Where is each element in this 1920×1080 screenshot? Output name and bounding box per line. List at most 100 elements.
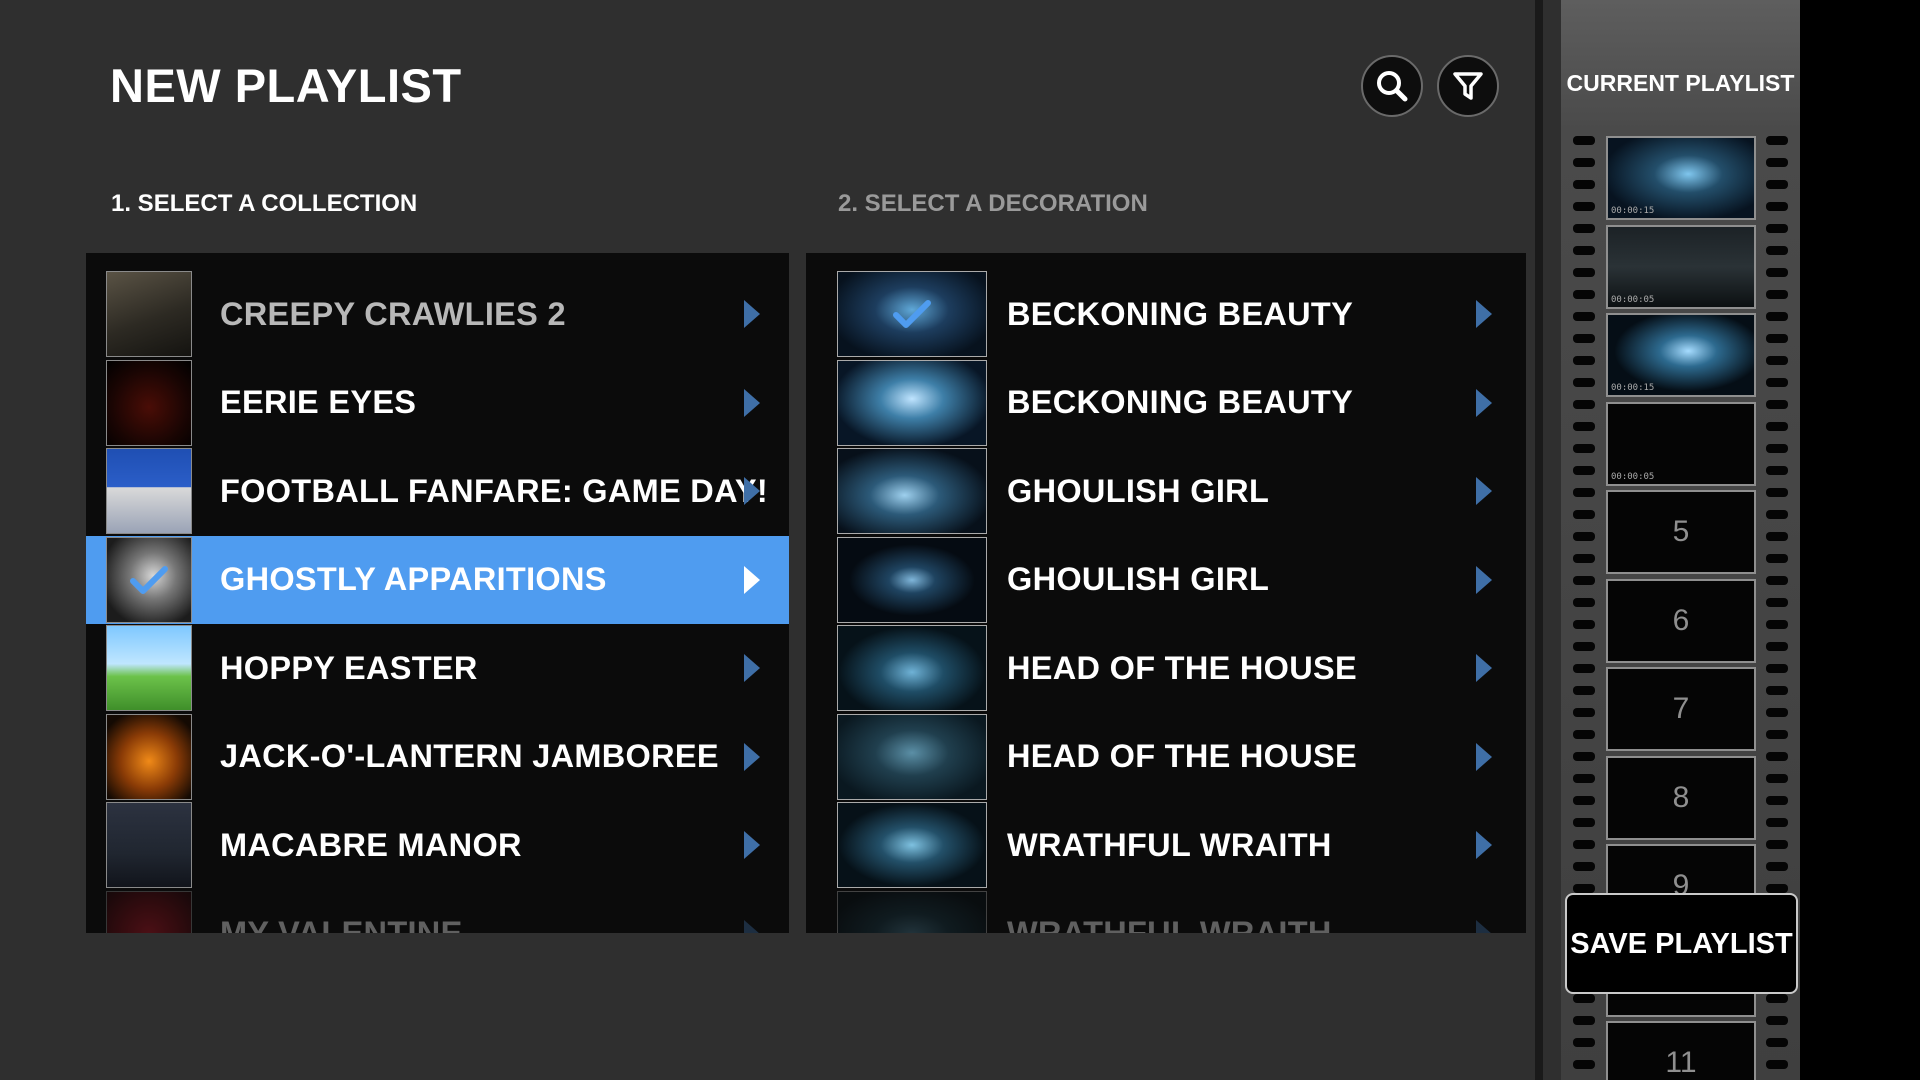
collection-item[interactable]: MACABRE MANOR bbox=[86, 801, 789, 890]
decoration-label: GHOULISH GIRL bbox=[1007, 472, 1270, 509]
film-perforation bbox=[1766, 818, 1788, 827]
chevron-right-icon bbox=[1476, 388, 1492, 417]
collection-item[interactable]: CREEPY CRAWLIES 2 bbox=[86, 270, 789, 359]
playlist-slot[interactable]: 00:00:15 bbox=[1606, 136, 1756, 220]
chevron-right-icon bbox=[744, 742, 760, 771]
chevron-right-icon bbox=[744, 565, 760, 594]
film-perforation bbox=[1573, 1060, 1595, 1069]
collection-item[interactable]: HOPPY EASTER bbox=[86, 624, 789, 713]
decoration-item[interactable]: HEAD OF THE HOUSE bbox=[806, 624, 1526, 713]
collection-item[interactable]: MY VALENTINE bbox=[86, 890, 789, 933]
decoration-item[interactable]: WRATHFUL WRAITH bbox=[806, 890, 1526, 933]
film-perforation bbox=[1766, 356, 1788, 365]
collection-thumbnail bbox=[106, 625, 192, 712]
film-perforation bbox=[1766, 862, 1788, 871]
save-playlist-button[interactable]: SAVE PLAYLIST bbox=[1565, 893, 1798, 994]
search-button[interactable] bbox=[1361, 55, 1423, 117]
decoration-label: GHOULISH GIRL bbox=[1007, 561, 1270, 598]
playlist-slot[interactable]: 6 bbox=[1606, 578, 1756, 663]
film-perforation bbox=[1766, 290, 1788, 299]
film-perforation bbox=[1573, 840, 1595, 849]
decoration-thumbnail bbox=[837, 713, 987, 800]
decoration-label: HEAD OF THE HOUSE bbox=[1007, 738, 1357, 775]
film-perforation bbox=[1766, 444, 1788, 453]
chevron-right-icon bbox=[1476, 742, 1492, 771]
collection-thumbnail bbox=[106, 713, 192, 800]
film-perforation bbox=[1766, 488, 1788, 497]
film-perforation bbox=[1766, 620, 1788, 629]
film-perforation bbox=[1766, 510, 1788, 519]
collection-thumbnail bbox=[106, 536, 192, 623]
film-perforation bbox=[1766, 642, 1788, 651]
collection-item[interactable]: EERIE EYES bbox=[86, 359, 789, 448]
right-edge bbox=[1800, 0, 1920, 1080]
checkmark-icon bbox=[130, 565, 168, 594]
film-perforation bbox=[1766, 532, 1788, 541]
chevron-right-icon bbox=[1476, 300, 1492, 329]
chevron-right-icon bbox=[744, 300, 760, 329]
film-perforation bbox=[1573, 290, 1595, 299]
film-perforation bbox=[1766, 884, 1788, 893]
decoration-item[interactable]: BECKONING BEAUTY bbox=[806, 270, 1526, 359]
film-perforation bbox=[1766, 422, 1788, 431]
film-perforation bbox=[1573, 136, 1595, 145]
step-collection-label: 1. SELECT A COLLECTION bbox=[111, 190, 418, 217]
decoration-item[interactable]: GHOULISH GIRL bbox=[806, 536, 1526, 625]
film-perforation bbox=[1573, 202, 1595, 211]
decoration-label: BECKONING BEAUTY bbox=[1007, 295, 1354, 332]
playlist-slot[interactable]: 00:00:15 bbox=[1606, 313, 1756, 397]
film-perforation bbox=[1766, 576, 1788, 585]
collection-item[interactable]: FOOTBALL FANFARE: GAME DAY! bbox=[86, 447, 789, 536]
playlist-slot[interactable]: 11 bbox=[1606, 1021, 1756, 1080]
decoration-thumbnail bbox=[837, 802, 987, 889]
decoration-item[interactable]: BECKONING BEAUTY bbox=[806, 359, 1526, 448]
collections-list[interactable]: CREEPY CRAWLIES 2 EERIE EYES FOOTBALL FANF… bbox=[86, 253, 789, 933]
film-perforation bbox=[1766, 752, 1788, 761]
film-perforation bbox=[1573, 158, 1595, 167]
collection-thumbnail bbox=[106, 890, 192, 933]
collection-label: FOOTBALL FANFARE: GAME DAY! bbox=[220, 472, 768, 509]
film-perforation bbox=[1573, 356, 1595, 365]
decorations-list[interactable]: BECKONING BEAUTY BECKONING BEAUTY GHOULISH… bbox=[806, 253, 1526, 933]
playlist-slot[interactable]: 5 bbox=[1606, 490, 1756, 574]
film-perforation bbox=[1766, 730, 1788, 739]
film-perforation bbox=[1766, 1060, 1788, 1069]
playlist-slot[interactable]: 00:00:05 bbox=[1606, 401, 1756, 486]
collection-thumbnail bbox=[106, 359, 192, 446]
slot-number: 8 bbox=[1672, 780, 1690, 814]
film-perforation bbox=[1766, 268, 1788, 277]
film-perforation bbox=[1766, 158, 1788, 167]
film-perforation bbox=[1766, 774, 1788, 783]
collection-item[interactable]: GHOSTLY APPARITIONS bbox=[86, 535, 789, 624]
checkmark-icon bbox=[893, 300, 931, 329]
film-perforation bbox=[1766, 554, 1788, 563]
playlist-slot[interactable]: 8 bbox=[1606, 755, 1756, 840]
chevron-right-icon bbox=[1476, 477, 1492, 506]
decoration-item[interactable]: HEAD OF THE HOUSE bbox=[806, 713, 1526, 802]
decoration-thumbnail bbox=[837, 625, 987, 712]
film-perforation bbox=[1573, 246, 1595, 255]
film-perforation bbox=[1766, 796, 1788, 805]
film-perforation bbox=[1573, 752, 1595, 761]
decoration-item[interactable]: WRATHFUL WRAITH bbox=[806, 801, 1526, 890]
film-perforation bbox=[1573, 378, 1595, 387]
playlist-slot[interactable]: 00:00:05 bbox=[1606, 224, 1756, 309]
film-perforation bbox=[1573, 466, 1595, 475]
film-perforation bbox=[1573, 510, 1595, 519]
chevron-right-icon bbox=[744, 477, 760, 506]
decoration-label: BECKONING BEAUTY bbox=[1007, 384, 1354, 421]
film-perforation bbox=[1766, 466, 1788, 475]
film-perforation bbox=[1573, 664, 1595, 673]
film-perforation bbox=[1766, 664, 1788, 673]
decoration-thumbnail bbox=[837, 448, 987, 535]
collection-label: MACABRE MANOR bbox=[220, 826, 522, 863]
filter-button[interactable] bbox=[1437, 55, 1499, 117]
decoration-item[interactable]: GHOULISH GIRL bbox=[806, 447, 1526, 536]
search-icon bbox=[1377, 71, 1408, 102]
film-perforation bbox=[1766, 840, 1788, 849]
collection-item[interactable]: JACK-O'-LANTERN JAMBOREE bbox=[86, 713, 789, 802]
playlist-slot[interactable]: 7 bbox=[1606, 667, 1756, 751]
chevron-right-icon bbox=[1476, 654, 1492, 683]
film-perforation bbox=[1766, 708, 1788, 717]
collection-thumbnail bbox=[106, 271, 192, 358]
